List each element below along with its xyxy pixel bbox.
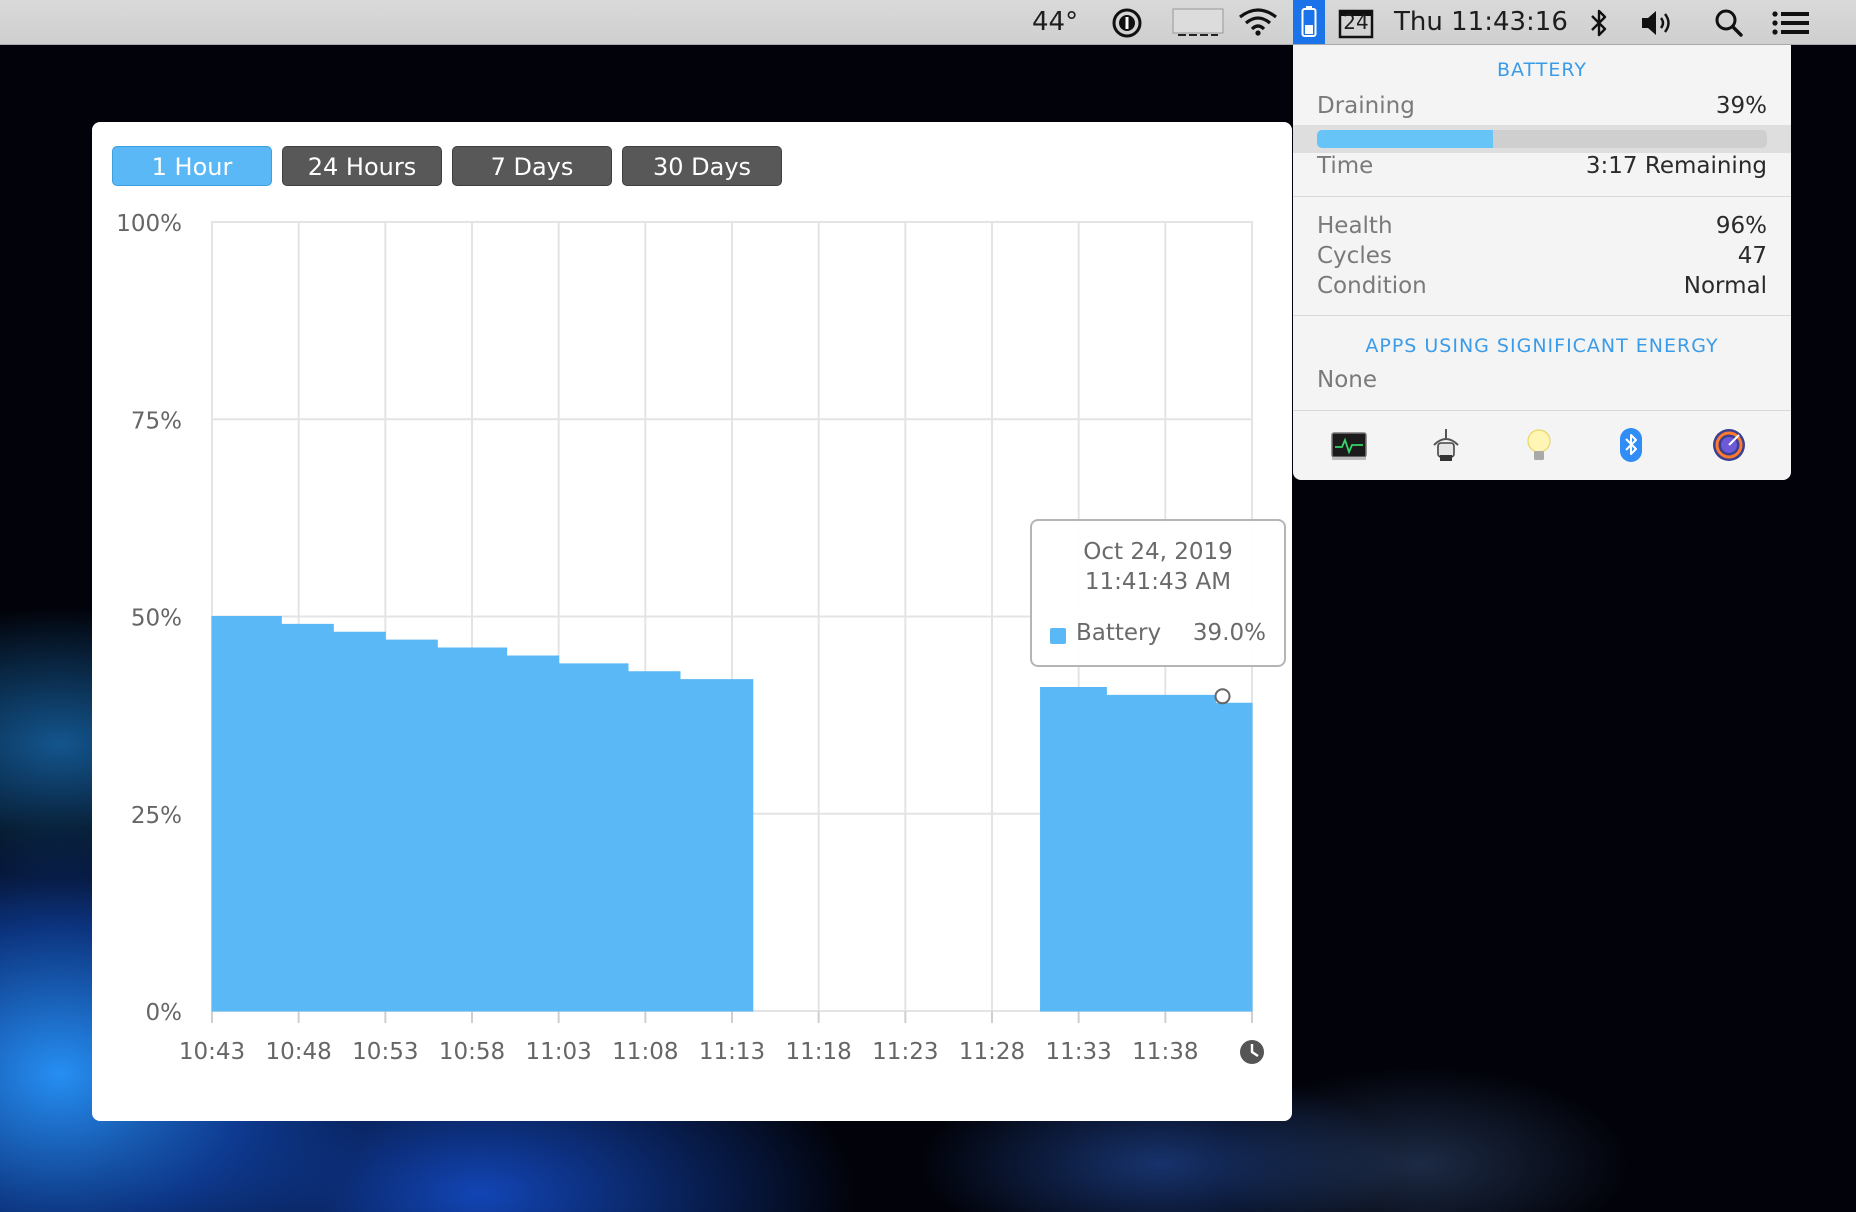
condition-value: Normal xyxy=(1683,273,1767,299)
y-tick-label: 100% xyxy=(116,211,182,237)
time-label: Time xyxy=(1317,153,1374,179)
battery-popover: BATTERY Draining 39% Time 3:17 Remaining… xyxy=(1293,45,1791,480)
divider xyxy=(1293,315,1791,316)
x-tick-label: 10:48 xyxy=(266,1039,332,1065)
x-tick-label: 11:03 xyxy=(526,1039,592,1065)
x-tick-label: 11:28 xyxy=(959,1039,1025,1065)
menu-bar: 44° 24 Thu 11:43:16 xyxy=(0,0,1856,45)
x-tick-label: 11:23 xyxy=(872,1039,938,1065)
cycles-value: 47 xyxy=(1737,243,1767,269)
bluetooth-app-icon[interactable] xyxy=(1611,425,1651,465)
tooltip-series-name: Battery xyxy=(1076,620,1162,646)
spotlight-search-icon[interactable] xyxy=(1714,8,1744,42)
history-clock-icon[interactable] xyxy=(1240,1040,1264,1064)
x-tick-label: 11:18 xyxy=(786,1039,852,1065)
tooltip-legend-swatch xyxy=(1050,628,1066,644)
x-tick-label: 10:43 xyxy=(179,1039,245,1065)
tooltip-series-value: 39.0% xyxy=(1192,620,1266,646)
divider xyxy=(1293,410,1791,411)
y-tick-label: 75% xyxy=(131,408,182,434)
charge-level-fill xyxy=(1317,130,1493,148)
disk-utility-icon[interactable] xyxy=(1709,425,1749,465)
divider xyxy=(1293,196,1791,197)
light-bulb-icon[interactable] xyxy=(1519,425,1559,465)
health-value: 96% xyxy=(1715,213,1767,239)
x-tick-label: 11:08 xyxy=(612,1039,678,1065)
hover-point-marker xyxy=(1214,688,1231,705)
y-tick-label: 25% xyxy=(131,803,182,829)
bluetooth-icon[interactable] xyxy=(1588,8,1610,42)
x-tick-label: 10:58 xyxy=(439,1039,505,1065)
tooltip-time: 11:41:43 AM xyxy=(1084,569,1232,595)
x-tick-label: 11:33 xyxy=(1046,1039,1112,1065)
wifi-icon[interactable] xyxy=(1238,8,1278,40)
weather-temperature[interactable]: 44° xyxy=(1032,0,1078,44)
battery-menu-highlight[interactable] xyxy=(1293,0,1325,44)
condition-label: Condition xyxy=(1317,273,1427,299)
tooltip-date: Oct 24, 2019 xyxy=(1083,539,1233,565)
time-remaining: 3:17 Remaining xyxy=(1585,153,1767,179)
chart-tooltip: Oct 24, 2019 11:41:43 AM Battery 39.0% xyxy=(1030,519,1286,667)
1password-icon[interactable] xyxy=(1112,8,1142,42)
charge-level-bar xyxy=(1317,130,1767,148)
battery-percent: 39% xyxy=(1715,93,1767,119)
battery-history-window: 1 Hour 24 Hours 7 Days 30 Days 0% 25% 50% 7… xyxy=(92,122,1292,1121)
calendar-day: 24 xyxy=(1343,10,1369,34)
battery-area-segment xyxy=(1040,687,1253,1012)
battery-state-label: Draining xyxy=(1317,93,1415,119)
x-tick-label: 11:38 xyxy=(1132,1039,1198,1065)
notification-center-icon[interactable] xyxy=(1772,10,1810,40)
x-tick-label: 10:53 xyxy=(352,1039,418,1065)
energy-saver-icon[interactable] xyxy=(1426,425,1466,465)
cycles-label: Cycles xyxy=(1317,243,1392,269)
y-tick-label: 0% xyxy=(146,1000,183,1026)
battery-area-segment xyxy=(211,616,754,1012)
apps-energy-value: None xyxy=(1317,367,1378,393)
apps-energy-header: APPS USING SIGNIFICANT ENERGY xyxy=(1365,335,1719,357)
health-label: Health xyxy=(1317,213,1393,239)
y-tick-label: 50% xyxy=(131,606,182,632)
battery-icon xyxy=(1301,6,1317,37)
keyboard-icon[interactable] xyxy=(1172,8,1224,42)
battery-header: BATTERY xyxy=(1496,59,1588,81)
menu-clock[interactable]: Thu 11:43:16 xyxy=(1394,0,1568,44)
x-tick-label: 11:13 xyxy=(699,1039,765,1065)
activity-monitor-icon[interactable] xyxy=(1329,425,1369,465)
volume-icon[interactable] xyxy=(1640,9,1676,41)
